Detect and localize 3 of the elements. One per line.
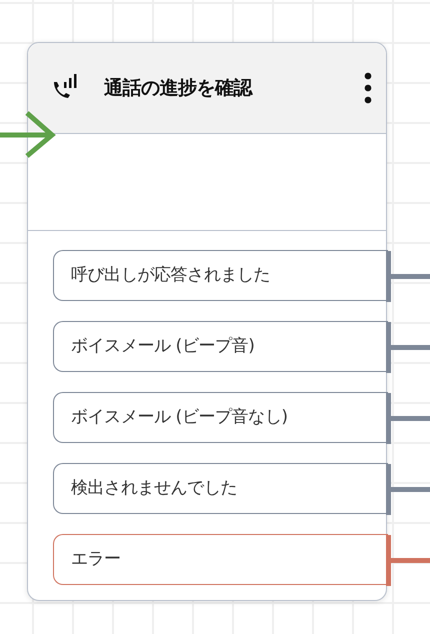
more-menu-icon[interactable] bbox=[364, 72, 372, 104]
block-title: 通話の進捗を確認 bbox=[104, 76, 254, 101]
incoming-arrow bbox=[0, 110, 56, 158]
